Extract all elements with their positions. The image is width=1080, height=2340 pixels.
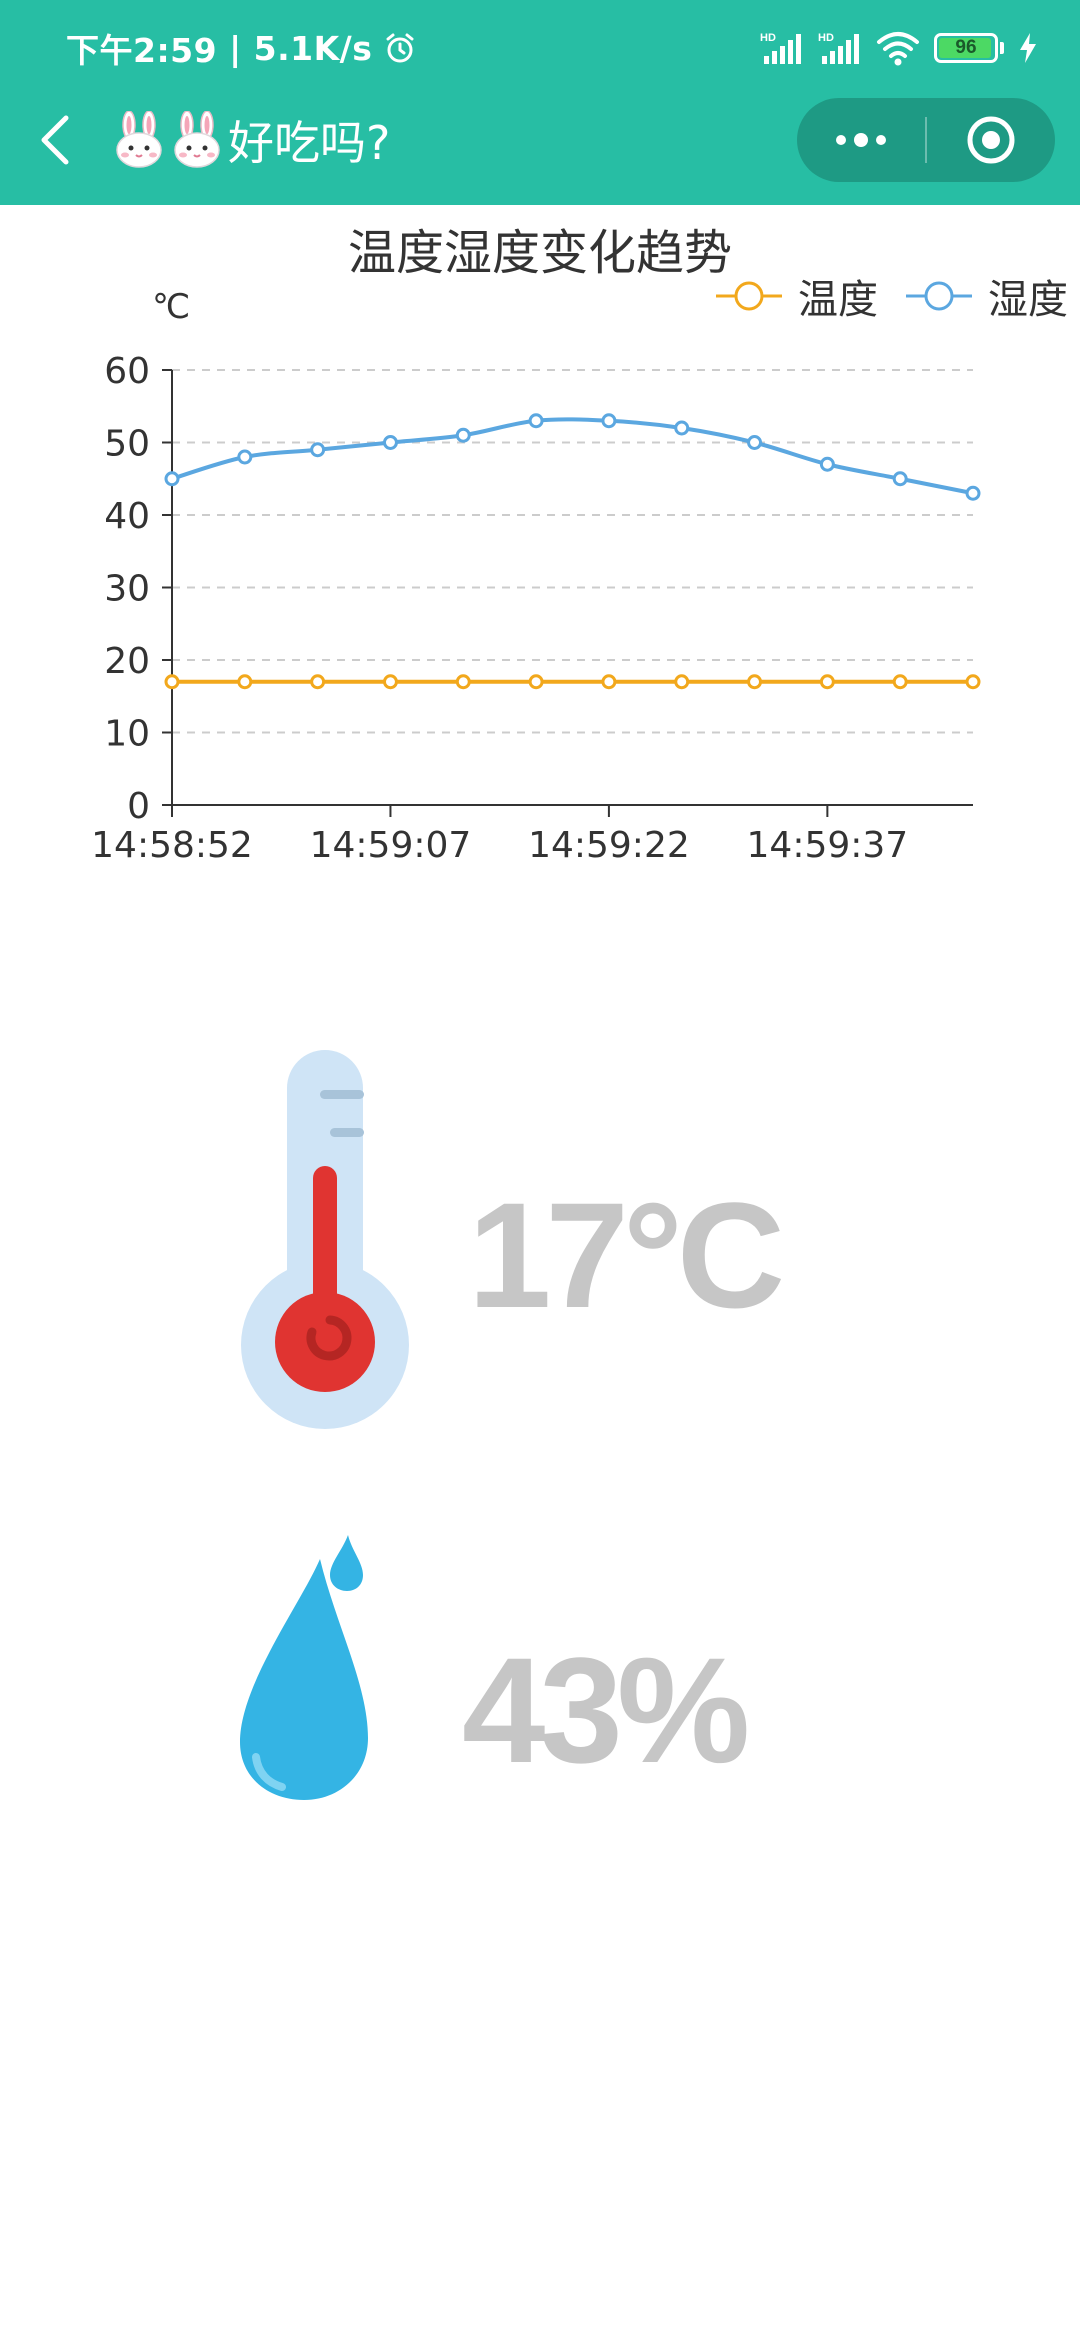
status-bar-right: HD HD 96	[760, 24, 1038, 72]
data-point-temperature	[819, 674, 835, 690]
data-point-humidity	[164, 471, 180, 487]
page-title: 好吃吗?	[112, 108, 390, 172]
y-tick-label: 30	[104, 569, 150, 610]
data-point-humidity	[747, 435, 763, 450]
x-tick-label: 14:59:22	[528, 825, 690, 866]
x-tick-label: 14:59:37	[747, 825, 909, 866]
svg-text:HD: HD	[818, 32, 834, 44]
chart-legend: 温度 湿度	[714, 267, 1068, 325]
data-point-humidity	[382, 435, 398, 450]
data-point-temperature	[892, 674, 908, 690]
rabbit-face-icon-2	[174, 111, 220, 168]
signal-hd-icon-2: HD	[818, 32, 859, 64]
battery-percent: 96	[955, 37, 977, 58]
data-point-humidity	[819, 456, 835, 472]
legend-marker-temperature	[716, 281, 782, 311]
target-circle-icon	[967, 116, 1015, 164]
legend-label-temperature: 温度	[798, 277, 878, 323]
svg-text:HD: HD	[760, 32, 776, 44]
header-bar: 下午2:59 | 5.1K/s HD HD 96 好吃吗?	[0, 0, 1080, 205]
humidity-reading: 43%	[0, 1535, 1080, 1815]
water-drop-icon	[240, 1535, 368, 1800]
more-dots-icon	[836, 133, 886, 147]
wifi-icon	[877, 32, 919, 66]
legend-item-temperature[interactable]: 温度	[714, 267, 878, 325]
data-point-temperature	[310, 674, 326, 690]
trend-chart: 0 10 20 30 40 50 60 14:58:52 14:59:07 14:59:22 14:…	[0, 205, 1080, 885]
chevron-left-icon	[41, 115, 69, 165]
data-point-temperature	[164, 674, 180, 690]
data-point-temperature	[965, 674, 981, 690]
y-tick-label: 20	[104, 641, 150, 682]
temperature-value: 17°C	[468, 1171, 785, 1339]
data-point-temperature	[674, 674, 690, 690]
close-miniprogram-button[interactable]	[927, 98, 1055, 182]
data-point-humidity	[674, 420, 690, 436]
y-tick-label: 40	[104, 496, 150, 537]
status-separator: |	[217, 28, 254, 68]
data-point-temperature	[237, 674, 253, 690]
series-line-humidity	[171, 417, 974, 496]
data-point-temperature	[601, 674, 617, 690]
page-title-text: 好吃吗?	[228, 116, 391, 170]
y-tick-label: 0	[127, 786, 150, 827]
legend-marker-humidity	[906, 281, 972, 311]
y-tick-label: 10	[104, 714, 150, 755]
rabbit-face-icon	[116, 111, 162, 168]
data-point-humidity	[965, 485, 981, 501]
data-point-temperature	[528, 674, 544, 690]
legend-label-humidity: 湿度	[988, 277, 1068, 323]
status-time: 下午2:59	[66, 31, 218, 70]
battery-indicator: 96	[934, 33, 1004, 63]
legend-item-humidity[interactable]: 湿度	[904, 267, 1068, 325]
battery-icon: 96	[934, 33, 998, 63]
back-button[interactable]	[30, 110, 80, 170]
data-point-humidity	[601, 413, 617, 429]
charging-bolt-icon	[1020, 33, 1036, 63]
y-tick-label: 50	[104, 424, 150, 465]
data-point-humidity	[892, 471, 908, 487]
more-options-button[interactable]	[797, 98, 925, 182]
humidity-value: 43%	[462, 1626, 750, 1794]
app-root: 下午2:59 | 5.1K/s HD HD 96 好吃吗? 0 10 20 30…	[0, 0, 1080, 2340]
x-tick-label: 14:58:52	[91, 825, 253, 866]
thermometer-icon	[241, 1050, 409, 1429]
data-point-humidity	[455, 427, 471, 443]
y-tick-label: 60	[104, 351, 150, 392]
battery-cap	[1000, 42, 1004, 54]
data-point-humidity	[528, 413, 544, 429]
network-speed: 5.1K/s	[253, 28, 373, 68]
signal-hd-icon: HD	[760, 32, 801, 64]
miniprogram-capsule	[797, 98, 1055, 182]
data-point-humidity	[310, 442, 326, 458]
alarm-clock-icon	[386, 33, 414, 63]
temperature-reading: 17°C	[0, 1040, 1080, 1440]
data-point-humidity	[237, 449, 253, 465]
data-point-temperature	[747, 674, 763, 690]
status-bar-left: 下午2:59 | 5.1K/s	[66, 24, 418, 72]
x-tick-label: 14:59:07	[310, 825, 472, 866]
y-axis-unit-label: ℃	[152, 287, 191, 327]
data-point-temperature	[382, 674, 398, 690]
data-point-temperature	[455, 674, 471, 690]
